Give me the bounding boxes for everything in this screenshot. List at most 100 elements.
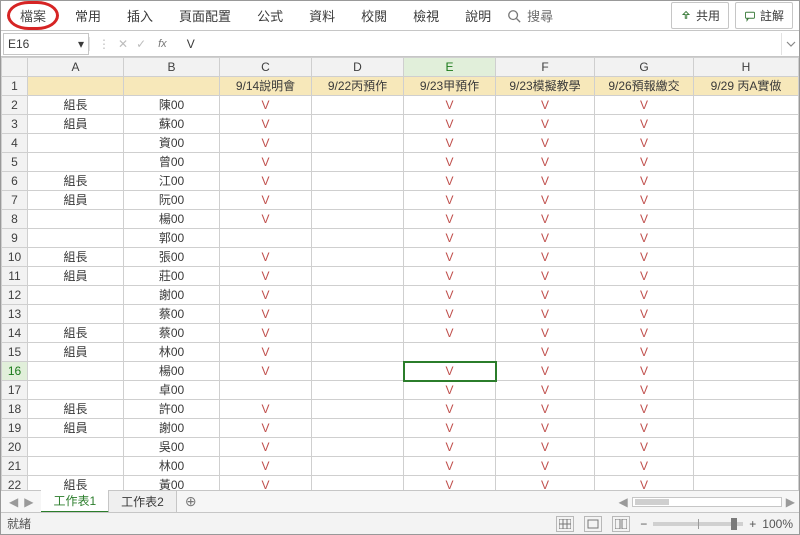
- row-header-16[interactable]: 16: [2, 362, 28, 381]
- column-header-E[interactable]: E: [404, 58, 496, 77]
- zoom-value[interactable]: 100%: [762, 517, 793, 531]
- cell-G1[interactable]: 9/26預報繳交: [595, 77, 694, 96]
- cell-D8[interactable]: [312, 210, 404, 229]
- cell-F3[interactable]: V: [496, 115, 595, 134]
- cell-A10[interactable]: 組長: [28, 248, 124, 267]
- formula-confirm-button[interactable]: ✓: [136, 37, 146, 51]
- cell-H3[interactable]: [694, 115, 799, 134]
- cell-E5[interactable]: V: [404, 153, 496, 172]
- cell-E17[interactable]: V: [404, 381, 496, 400]
- cell-H2[interactable]: [694, 96, 799, 115]
- cell-G19[interactable]: V: [595, 419, 694, 438]
- row-header-22[interactable]: 22: [2, 476, 28, 491]
- cell-C10[interactable]: V: [220, 248, 312, 267]
- cell-A2[interactable]: 組長: [28, 96, 124, 115]
- cell-G7[interactable]: V: [595, 191, 694, 210]
- cell-D10[interactable]: [312, 248, 404, 267]
- cell-A4[interactable]: [28, 134, 124, 153]
- hscroll-right[interactable]: ▶: [786, 495, 795, 509]
- cell-D20[interactable]: [312, 438, 404, 457]
- ribbon-tab-file[interactable]: 檔案: [7, 1, 59, 30]
- cell-A15[interactable]: 組員: [28, 343, 124, 362]
- cell-F2[interactable]: V: [496, 96, 595, 115]
- cell-B13[interactable]: 蔡00: [124, 305, 220, 324]
- cell-A1[interactable]: [28, 77, 124, 96]
- cell-F18[interactable]: V: [496, 400, 595, 419]
- cell-H8[interactable]: [694, 210, 799, 229]
- cell-B2[interactable]: 陳00: [124, 96, 220, 115]
- column-header-G[interactable]: G: [595, 58, 694, 77]
- cell-B4[interactable]: 資00: [124, 134, 220, 153]
- sheet-add-button[interactable]: ⊕: [177, 493, 205, 510]
- cell-H20[interactable]: [694, 438, 799, 457]
- formula-cancel-button[interactable]: ✕: [118, 37, 128, 51]
- cell-B16[interactable]: 楊00: [124, 362, 220, 381]
- cell-B18[interactable]: 許00: [124, 400, 220, 419]
- column-header-A[interactable]: A: [28, 58, 124, 77]
- cell-B17[interactable]: 卓00: [124, 381, 220, 400]
- cell-D17[interactable]: [312, 381, 404, 400]
- cell-C16[interactable]: V: [220, 362, 312, 381]
- view-normal-button[interactable]: [556, 516, 574, 532]
- cell-A6[interactable]: 組長: [28, 172, 124, 191]
- ribbon-tab-pagelayout[interactable]: 頁面配置: [169, 2, 241, 29]
- cell-E15[interactable]: [404, 343, 496, 362]
- row-header-6[interactable]: 6: [2, 172, 28, 191]
- cell-C2[interactable]: V: [220, 96, 312, 115]
- cell-C6[interactable]: V: [220, 172, 312, 191]
- row-header-5[interactable]: 5: [2, 153, 28, 172]
- cell-B14[interactable]: 蔡00: [124, 324, 220, 343]
- ribbon-tab-review[interactable]: 校閱: [351, 2, 397, 29]
- cell-C17[interactable]: [220, 381, 312, 400]
- cell-F13[interactable]: V: [496, 305, 595, 324]
- cell-A12[interactable]: [28, 286, 124, 305]
- row-header-21[interactable]: 21: [2, 457, 28, 476]
- cell-D9[interactable]: [312, 229, 404, 248]
- cell-B12[interactable]: 謝00: [124, 286, 220, 305]
- cell-E4[interactable]: V: [404, 134, 496, 153]
- cell-G14[interactable]: V: [595, 324, 694, 343]
- cell-B11[interactable]: 莊00: [124, 267, 220, 286]
- cell-G9[interactable]: V: [595, 229, 694, 248]
- cell-C4[interactable]: V: [220, 134, 312, 153]
- formula-input[interactable]: V: [179, 33, 781, 55]
- cell-A21[interactable]: [28, 457, 124, 476]
- column-header-C[interactable]: C: [220, 58, 312, 77]
- cell-G4[interactable]: V: [595, 134, 694, 153]
- cell-A7[interactable]: 組員: [28, 191, 124, 210]
- cell-D2[interactable]: [312, 96, 404, 115]
- cell-C7[interactable]: V: [220, 191, 312, 210]
- cell-E6[interactable]: V: [404, 172, 496, 191]
- cell-F17[interactable]: V: [496, 381, 595, 400]
- cell-E3[interactable]: V: [404, 115, 496, 134]
- row-header-3[interactable]: 3: [2, 115, 28, 134]
- cell-H6[interactable]: [694, 172, 799, 191]
- sheet-nav-next[interactable]: ▶: [24, 495, 33, 509]
- cell-G16[interactable]: V: [595, 362, 694, 381]
- ribbon-tab-help[interactable]: 說明: [455, 2, 501, 29]
- row-header-8[interactable]: 8: [2, 210, 28, 229]
- row-header-1[interactable]: 1: [2, 77, 28, 96]
- cell-A17[interactable]: [28, 381, 124, 400]
- cell-E2[interactable]: V: [404, 96, 496, 115]
- cell-B6[interactable]: 江00: [124, 172, 220, 191]
- cell-G8[interactable]: V: [595, 210, 694, 229]
- cell-E11[interactable]: V: [404, 267, 496, 286]
- row-header-10[interactable]: 10: [2, 248, 28, 267]
- cell-A11[interactable]: 組員: [28, 267, 124, 286]
- cell-B7[interactable]: 阮00: [124, 191, 220, 210]
- cell-H12[interactable]: [694, 286, 799, 305]
- row-header-9[interactable]: 9: [2, 229, 28, 248]
- hscroll-left[interactable]: ◀: [619, 495, 628, 509]
- cell-E1[interactable]: 9/23甲預作: [404, 77, 496, 96]
- cell-E10[interactable]: V: [404, 248, 496, 267]
- cell-B8[interactable]: 楊00: [124, 210, 220, 229]
- cell-D14[interactable]: [312, 324, 404, 343]
- cell-F6[interactable]: V: [496, 172, 595, 191]
- cell-B10[interactable]: 張00: [124, 248, 220, 267]
- cell-H7[interactable]: [694, 191, 799, 210]
- cell-F12[interactable]: V: [496, 286, 595, 305]
- sheet-tab-1[interactable]: 工作表1: [41, 490, 109, 513]
- cell-H21[interactable]: [694, 457, 799, 476]
- cell-E18[interactable]: V: [404, 400, 496, 419]
